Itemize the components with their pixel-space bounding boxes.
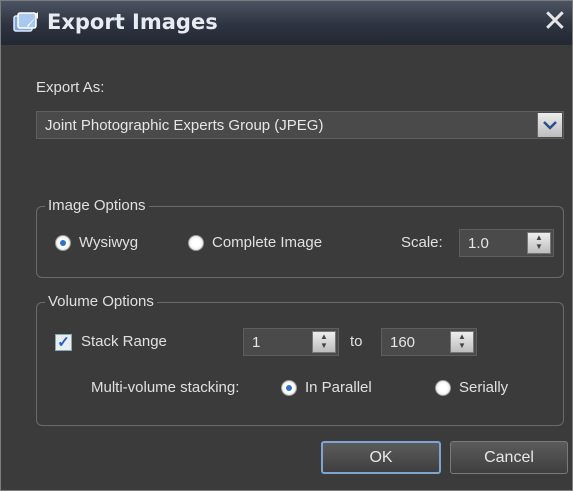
range-to-spinbox[interactable]: 160 ▲ ▼ (381, 328, 477, 356)
export-format-value: Joint Photographic Experts Group (JPEG) (45, 117, 324, 134)
scale-spin-arrows-icon[interactable]: ▲ ▼ (527, 232, 551, 254)
image-options-legend: Image Options (45, 197, 149, 214)
in-parallel-label[interactable]: In Parallel (305, 379, 372, 396)
close-icon: ✕ (542, 4, 568, 39)
in-parallel-radio[interactable] (281, 380, 297, 396)
range-to-spin-arrows-icon[interactable]: ▲ ▼ (450, 331, 474, 353)
cancel-button[interactable]: Cancel (450, 441, 568, 474)
export-images-icon (13, 11, 39, 33)
scale-spinbox[interactable]: 1.0 ▲ ▼ (459, 229, 554, 257)
serially-label[interactable]: Serially (459, 379, 508, 396)
wysiwyg-radio[interactable] (55, 235, 71, 251)
export-images-dialog: Export Images ✕ Export As: Joint Photogr… (0, 0, 573, 491)
serially-radio[interactable] (435, 380, 451, 396)
stacking-label: Multi-volume stacking: (91, 379, 240, 396)
scale-value: 1.0 (468, 235, 489, 252)
range-from-value: 1 (252, 334, 261, 351)
chevron-down-icon[interactable] (537, 113, 562, 137)
range-from-spinbox[interactable]: 1 ▲ ▼ (243, 328, 339, 356)
stack-range-label[interactable]: Stack Range (81, 333, 167, 350)
scale-label: Scale: (401, 234, 443, 251)
range-from-spin-arrows-icon[interactable]: ▲ ▼ (312, 331, 336, 353)
stack-range-checkbox[interactable]: ✓ (55, 334, 72, 351)
export-format-select[interactable]: Joint Photographic Experts Group (JPEG) (36, 111, 564, 139)
checkmark-icon: ✓ (57, 334, 70, 351)
complete-image-radio[interactable] (188, 235, 204, 251)
range-to-value: 160 (390, 334, 416, 351)
export-as-label: Export As: (36, 79, 105, 96)
title-bar[interactable]: Export Images ✕ (1, 1, 572, 45)
close-button[interactable]: ✕ (539, 7, 571, 39)
wysiwyg-label[interactable]: Wysiwyg (79, 234, 138, 251)
to-label: to (350, 333, 363, 350)
dialog-title: Export Images (47, 10, 218, 34)
volume-options-group: Volume Options (36, 293, 564, 426)
volume-options-legend: Volume Options (45, 293, 157, 310)
complete-image-label[interactable]: Complete Image (212, 234, 322, 251)
ok-button[interactable]: OK (321, 441, 441, 474)
